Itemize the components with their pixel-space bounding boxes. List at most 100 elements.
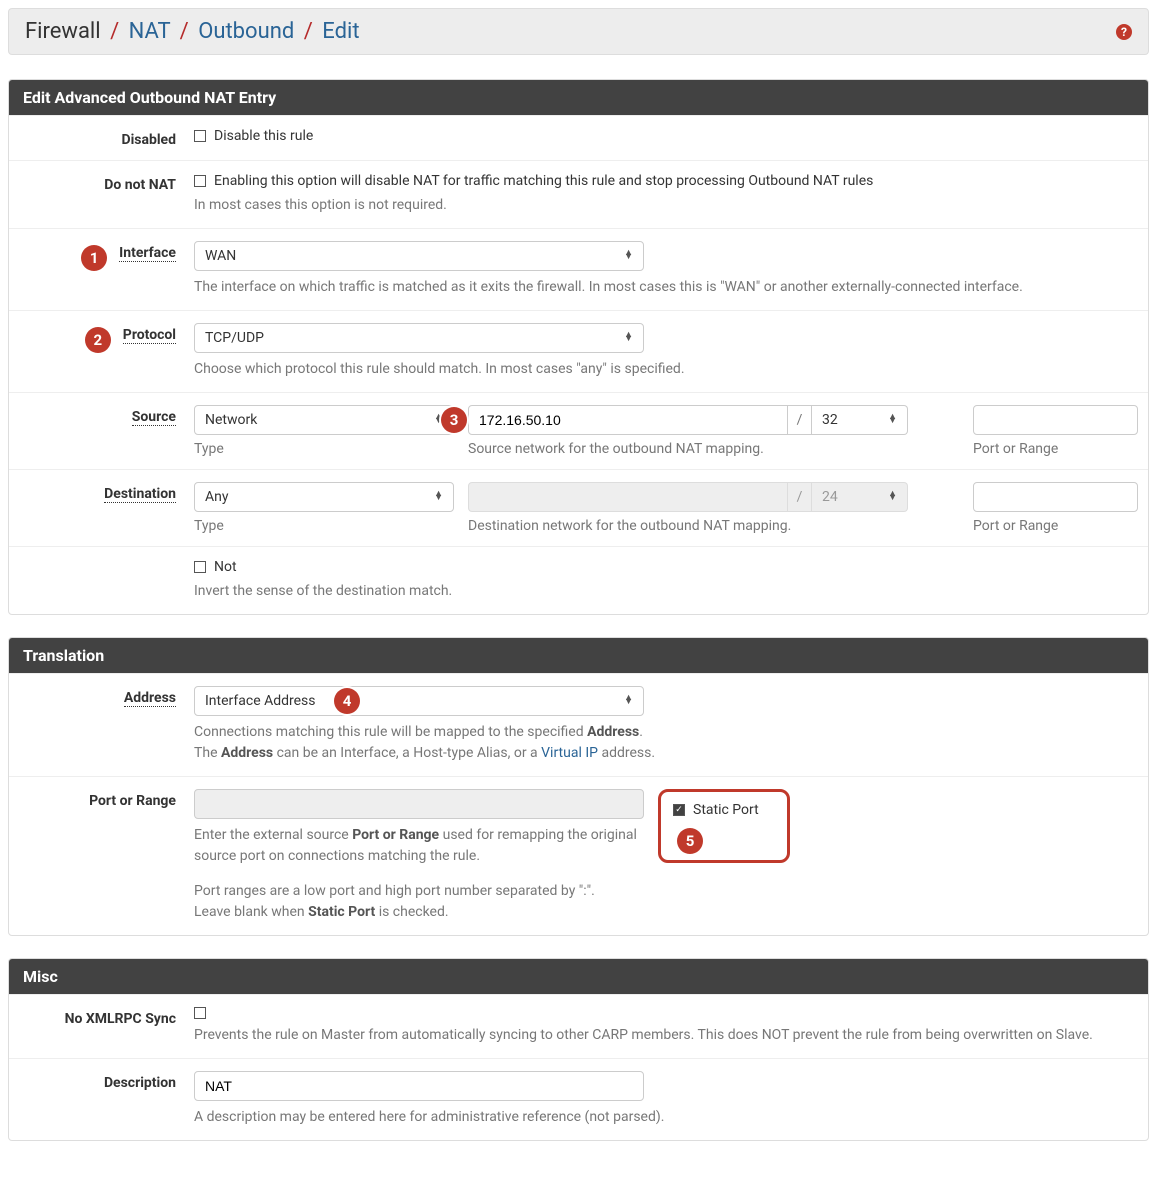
source-port-input[interactable]: [973, 405, 1138, 435]
donotnat-checkbox-wrap[interactable]: Enabling this option will disable NAT fo…: [194, 173, 1138, 189]
port-hint1: Enter the external source Port or Range …: [194, 825, 644, 867]
source-net-hint: Source network for the outbound NAT mapp…: [468, 441, 920, 457]
row-disabled: Disabled Disable this rule: [9, 115, 1148, 160]
source-type-select[interactable]: Network ▲▼: [194, 405, 454, 435]
destination-type-hint: Type: [194, 518, 454, 534]
donotnat-check-label: Enabling this option will disable NAT fo…: [214, 173, 873, 189]
destination-not-checkbox[interactable]: [194, 561, 206, 573]
destination-not-checkbox-wrap[interactable]: Not: [194, 559, 1138, 575]
interface-value: WAN: [205, 248, 236, 264]
translation-address-select[interactable]: Interface Address ▲▼: [194, 686, 644, 716]
help-icon[interactable]: ?: [1116, 24, 1132, 40]
disabled-check-label: Disable this rule: [214, 128, 313, 144]
breadcrumb-bar: Firewall / NAT / Outbound / Edit ?: [8, 8, 1149, 55]
source-type-hint: Type: [194, 441, 454, 457]
source-port-hint: Port or Range: [973, 441, 1138, 457]
marker-5: 5: [677, 828, 703, 854]
marker-3: 3: [441, 407, 467, 433]
label-description: Description: [19, 1071, 194, 1091]
noxmlrpc-checkbox-wrap[interactable]: [194, 1007, 1138, 1019]
protocol-select[interactable]: TCP/UDP ▲▼: [194, 323, 644, 353]
panel-header-translation: Translation: [9, 638, 1148, 673]
interface-select[interactable]: WAN ▲▼: [194, 241, 644, 271]
chevron-updown-icon: ▲▼: [624, 334, 633, 341]
translation-address-hint2: The Address can be an Interface, a Host-…: [194, 743, 1138, 764]
translation-address-hint1: Connections matching this rule will be m…: [194, 722, 1138, 743]
destination-mask-value: 24: [822, 489, 838, 505]
virtual-ip-link[interactable]: Virtual IP: [541, 745, 598, 761]
donotnat-hint: In most cases this option is not require…: [194, 195, 1138, 216]
panel-misc: Misc No XMLRPC Sync Prevents the rule on…: [8, 958, 1149, 1141]
port-hint2: Port ranges are a low port and high port…: [194, 881, 644, 902]
translation-port-input: [194, 789, 644, 819]
noxmlrpc-checkbox[interactable]: [194, 1007, 206, 1019]
row-donotnat: Do not NAT Enabling this option will dis…: [9, 160, 1148, 228]
panel-edit-entry: Edit Advanced Outbound NAT Entry Disable…: [8, 79, 1149, 615]
protocol-hint: Choose which protocol this rule should m…: [194, 359, 1138, 380]
row-protocol: 2 Protocol TCP/UDP ▲▼ Choose which proto…: [9, 310, 1148, 392]
noxmlrpc-hint: Prevents the rule on Master from automat…: [194, 1025, 1138, 1046]
row-destination-not: Not Invert the sense of the destination …: [9, 546, 1148, 614]
panel-header-edit: Edit Advanced Outbound NAT Entry: [9, 80, 1148, 115]
source-mask-value: 32: [822, 412, 838, 428]
destination-network-input: [468, 482, 788, 512]
label-port-or-range: Port or Range: [19, 789, 194, 809]
interface-hint: The interface on which traffic is matche…: [194, 277, 1138, 298]
row-noxmlrpc: No XMLRPC Sync Prevents the rule on Mast…: [9, 994, 1148, 1058]
destination-mask-select: 24 ▲▼: [812, 482, 908, 512]
static-port-label: Static Port: [693, 802, 759, 818]
panel-header-misc: Misc: [9, 959, 1148, 994]
marker-1: 1: [81, 245, 107, 271]
label-donotnat: Do not NAT: [19, 173, 194, 193]
chevron-updown-icon: ▲▼: [888, 493, 897, 500]
port-hint3: Leave blank when Static Port is checked.: [194, 902, 644, 923]
row-description: Description A description may be entered…: [9, 1058, 1148, 1140]
row-interface: 1 Interface WAN ▲▼ The interface on whic…: [9, 228, 1148, 310]
label-noxmlrpc: No XMLRPC Sync: [19, 1007, 194, 1027]
donotnat-checkbox[interactable]: [194, 175, 206, 187]
label-disabled: Disabled: [19, 128, 194, 148]
chevron-updown-icon: ▲▼: [434, 493, 443, 500]
description-input[interactable]: [194, 1071, 644, 1101]
destination-not-label: Not: [214, 559, 237, 575]
breadcrumb-firewall[interactable]: Firewall: [25, 19, 101, 44]
source-type-value: Network: [205, 412, 257, 428]
disabled-checkbox[interactable]: [194, 130, 206, 142]
destination-port-input[interactable]: [973, 482, 1138, 512]
chevron-updown-icon: ▲▼: [624, 697, 633, 704]
slash-divider: /: [788, 482, 812, 512]
row-port-or-range: Port or Range Enter the external source …: [9, 776, 1148, 935]
description-hint: A description may be entered here for ad…: [194, 1107, 1138, 1128]
row-destination: Destination Any ▲▼ Type /: [9, 469, 1148, 546]
panel-translation: Translation Address Interface Address ▲▼…: [8, 637, 1149, 936]
marker-2: 2: [85, 327, 111, 353]
breadcrumb-nat[interactable]: NAT: [129, 19, 171, 44]
protocol-value: TCP/UDP: [205, 330, 264, 346]
label-translation-address: Address: [124, 690, 176, 707]
breadcrumb-outbound[interactable]: Outbound: [198, 19, 294, 44]
chevron-updown-icon: ▲▼: [888, 416, 897, 423]
destination-type-select[interactable]: Any ▲▼: [194, 482, 454, 512]
translation-address-value: Interface Address: [205, 693, 316, 709]
source-network-input[interactable]: [468, 405, 788, 435]
row-translation-address: Address Interface Address ▲▼ 4 Connectio…: [9, 673, 1148, 776]
row-source: Source Network ▲▼ 3 Type /: [9, 392, 1148, 469]
destination-port-hint: Port or Range: [973, 518, 1138, 534]
breadcrumb: Firewall / NAT / Outbound / Edit: [25, 19, 360, 44]
label-interface: Interface: [119, 245, 176, 262]
destination-type-value: Any: [205, 489, 229, 505]
breadcrumb-edit[interactable]: Edit: [322, 19, 359, 44]
static-port-checkbox-wrap[interactable]: Static Port: [673, 802, 759, 818]
label-protocol: Protocol: [123, 327, 176, 344]
label-source: Source: [132, 409, 176, 426]
marker-4: 4: [334, 688, 360, 714]
static-port-highlight: Static Port 5: [658, 789, 790, 863]
label-destination: Destination: [104, 486, 176, 503]
chevron-updown-icon: ▲▼: [624, 252, 633, 259]
slash-divider: /: [788, 405, 812, 435]
static-port-checkbox[interactable]: [673, 804, 685, 816]
disabled-checkbox-wrap[interactable]: Disable this rule: [194, 128, 1138, 144]
source-mask-select[interactable]: 32 ▲▼: [812, 405, 908, 435]
destination-not-hint: Invert the sense of the destination matc…: [194, 581, 1138, 602]
destination-net-hint: Destination network for the outbound NAT…: [468, 518, 920, 534]
